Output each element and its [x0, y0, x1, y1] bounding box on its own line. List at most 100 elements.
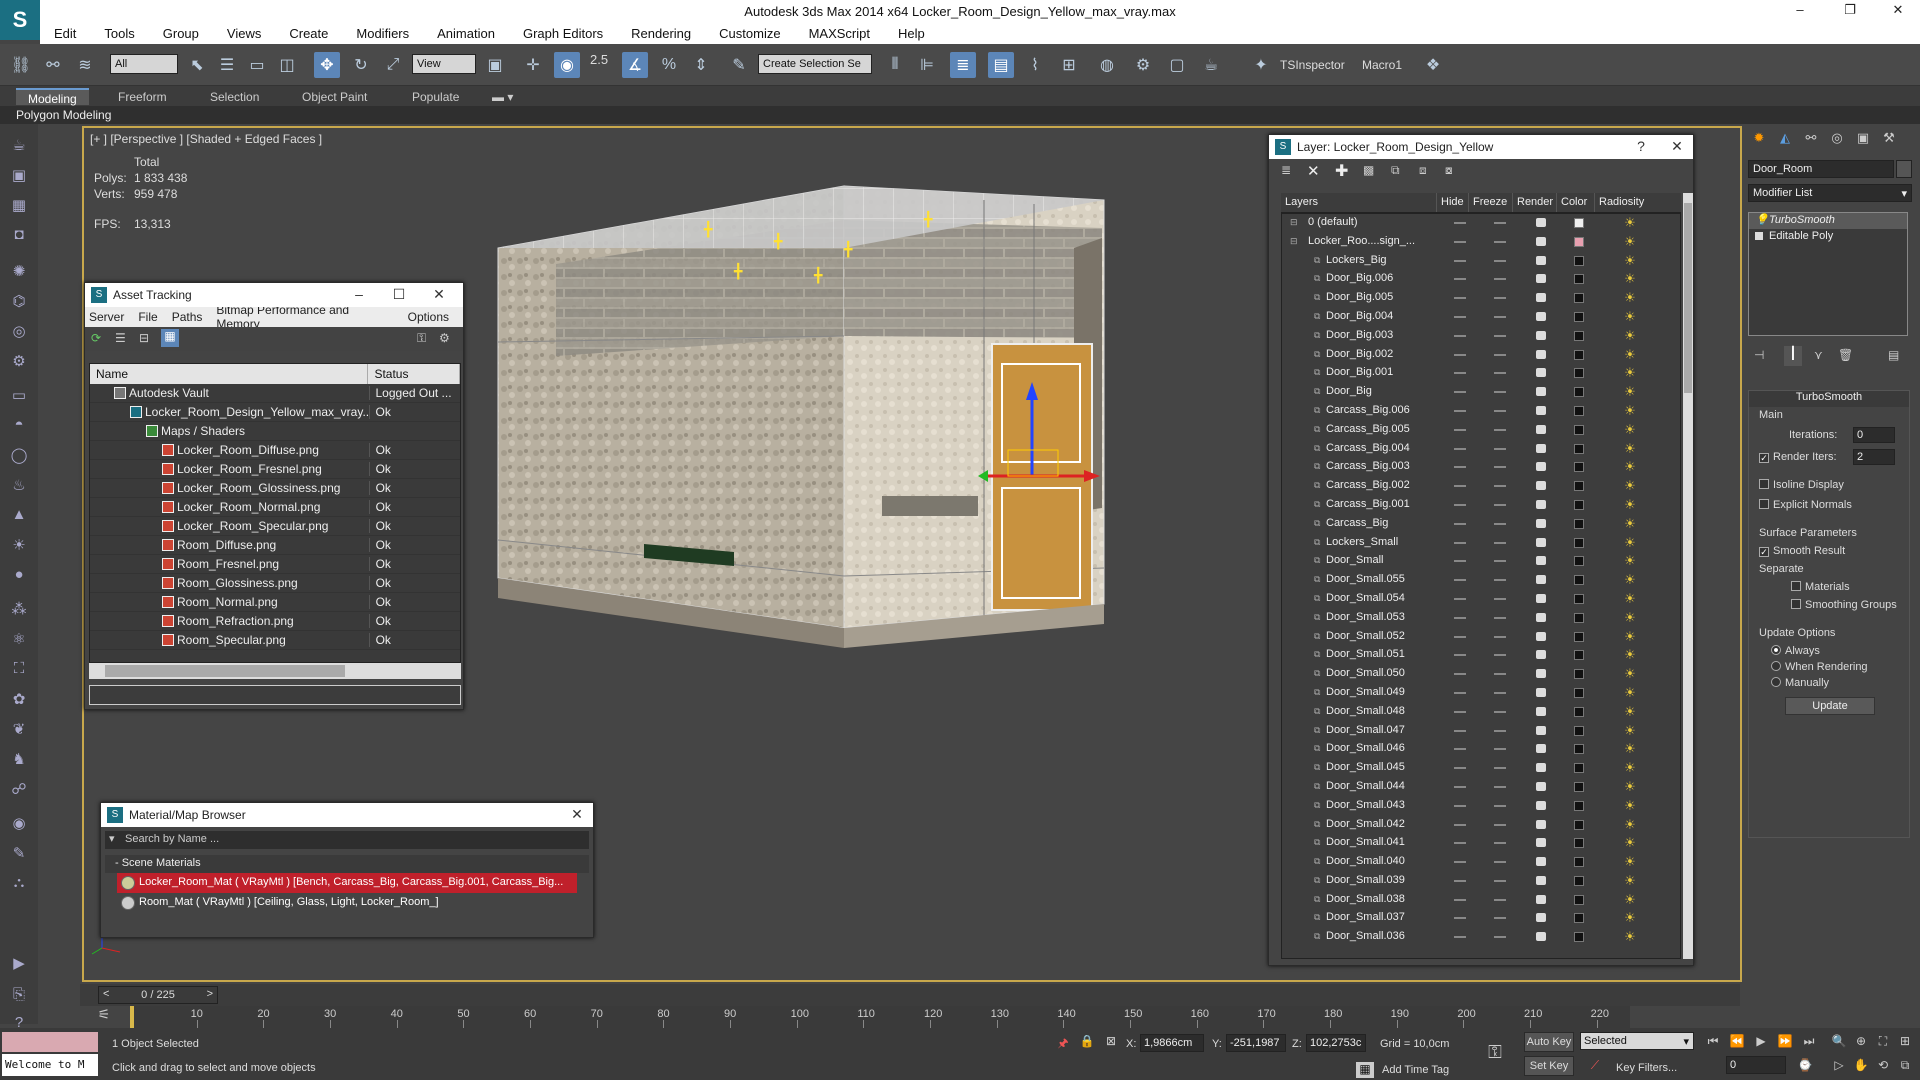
- hemisphere-icon[interactable]: ◓: [7, 416, 31, 438]
- object-icon[interactable]: ⧉: [1314, 668, 1324, 678]
- mirror-icon[interactable]: ⫴: [882, 52, 908, 78]
- app-logo-icon[interactable]: S: [0, 0, 40, 40]
- asset-row[interactable]: Room_Fresnel.png Ok: [90, 555, 460, 574]
- align-icon[interactable]: ⊫: [914, 52, 940, 78]
- material-locker-room-mat[interactable]: Locker_Room_Mat ( VRayMtl ) [Bench, Carc…: [117, 873, 577, 893]
- render-toggle-icon[interactable]: [1536, 481, 1546, 491]
- layer-name[interactable]: Door_Big.002: [1326, 348, 1393, 360]
- layer-row[interactable]: ⧉ Carcass_Big.003 ☀: [1282, 458, 1680, 477]
- window-crossing-icon[interactable]: ◫: [274, 52, 300, 78]
- radiosity-icon[interactable]: ☀: [1623, 892, 1637, 907]
- layer-row[interactable]: ⊟ 0 (default) ☀: [1282, 214, 1680, 233]
- system-icon[interactable]: ⚙: [7, 352, 31, 374]
- asset-maximize-button[interactable]: ☐: [387, 286, 411, 303]
- graphite-toggle-icon[interactable]: ▤: [988, 52, 1014, 78]
- layer-expand-icon[interactable]: ⊟: [1290, 236, 1300, 246]
- render-toggle-icon[interactable]: [1536, 763, 1546, 773]
- radiosity-icon[interactable]: ☀: [1623, 272, 1637, 286]
- layer-row[interactable]: ⧉ Door_Big.004 ☀: [1282, 308, 1680, 327]
- render-sphere-icon[interactable]: ◉: [7, 814, 31, 836]
- layer-color-swatch[interactable]: [1574, 236, 1584, 247]
- hide-toggle[interactable]: [1454, 691, 1466, 694]
- zoom-extents-all-icon[interactable]: ⊞: [1896, 1034, 1914, 1050]
- viewport-label[interactable]: [+ ] [Perspective ] [Shaded + Edged Face…: [90, 132, 322, 146]
- asset-status-field[interactable]: [89, 685, 461, 705]
- key-mode-dropdown[interactable]: Selected ▾: [1580, 1032, 1694, 1050]
- hide-toggle[interactable]: [1454, 334, 1466, 337]
- menu-edit[interactable]: Edit: [40, 26, 90, 41]
- layer-row[interactable]: ⧉ Door_Small.036 ☀: [1282, 928, 1680, 947]
- update-button[interactable]: Update: [1785, 697, 1875, 715]
- select-move-icon[interactable]: ✥: [314, 52, 340, 78]
- layer-expand-icon[interactable]: ⊟: [1290, 217, 1300, 227]
- object-icon[interactable]: ⧉: [1314, 781, 1324, 791]
- render-toggle-icon[interactable]: [1536, 311, 1546, 321]
- layer-row[interactable]: ⧉ Door_Big.002 ☀: [1282, 346, 1680, 365]
- hide-toggle[interactable]: [1454, 898, 1466, 901]
- freeze-toggle[interactable]: [1494, 748, 1506, 751]
- hide-toggle[interactable]: [1454, 240, 1466, 243]
- freeze-toggle[interactable]: [1494, 861, 1506, 864]
- explicit-normals-checkbox[interactable]: Explicit Normals: [1759, 499, 1852, 511]
- rig-icon[interactable]: ⛬: [7, 874, 31, 896]
- make-unique-icon[interactable]: ⋎: [1814, 348, 1823, 362]
- layer-name[interactable]: Door_Small.053: [1326, 611, 1405, 623]
- radiosity-icon[interactable]: ☀: [1623, 347, 1637, 362]
- freeze-toggle[interactable]: [1494, 315, 1506, 318]
- hide-toggle[interactable]: [1454, 447, 1466, 450]
- remove-modifier-icon[interactable]: 🗑: [1838, 348, 1853, 362]
- hide-toggle[interactable]: [1454, 785, 1466, 788]
- layer-name[interactable]: Door_Small.054: [1326, 592, 1405, 604]
- object-icon[interactable]: ⧉: [1314, 330, 1324, 340]
- asset-close-button[interactable]: ✕: [427, 286, 451, 303]
- hide-toggle[interactable]: [1454, 579, 1466, 582]
- maximize-button[interactable]: ❐: [1830, 2, 1870, 20]
- layer-help-button[interactable]: ?: [1629, 138, 1653, 154]
- freeze-toggle[interactable]: [1494, 879, 1506, 882]
- pivot-center-icon[interactable]: ▣: [482, 52, 508, 78]
- freeze-all-icon[interactable]: ⧇: [1445, 163, 1453, 178]
- layer-row[interactable]: ⧉ Door_Small.047 ☀: [1282, 722, 1680, 741]
- render-toggle-icon[interactable]: [1536, 499, 1546, 509]
- render-toggle-icon[interactable]: [1536, 781, 1546, 791]
- render-toggle-icon[interactable]: [1536, 255, 1546, 265]
- edit-named-selection-icon[interactable]: ✎: [726, 52, 752, 78]
- layer-color-swatch[interactable]: [1574, 669, 1584, 680]
- layer-row[interactable]: ⧉ Carcass_Big.001 ☀: [1282, 496, 1680, 515]
- radiosity-icon[interactable]: ☀: [1623, 930, 1637, 944]
- layer-row[interactable]: ⧉ Carcass_Big.002 ☀: [1282, 477, 1680, 496]
- radiosity-icon[interactable]: ☀: [1623, 441, 1637, 456]
- isoline-display-checkbox[interactable]: Isoline Display: [1759, 479, 1844, 491]
- radiosity-icon[interactable]: ☀: [1623, 385, 1637, 399]
- rect-selection-icon[interactable]: ▭: [244, 52, 270, 78]
- layer-color-swatch[interactable]: [1574, 368, 1584, 379]
- layer-name[interactable]: Door_Big.005: [1326, 291, 1393, 303]
- layer-row[interactable]: ⧉ Door_Small.050 ☀: [1282, 665, 1680, 684]
- freeze-toggle[interactable]: [1494, 466, 1506, 469]
- radiosity-icon[interactable]: ☀: [1623, 291, 1637, 305]
- object-icon[interactable]: ⧉: [1314, 837, 1324, 847]
- freeze-toggle[interactable]: [1494, 917, 1506, 920]
- layer-color-swatch[interactable]: [1574, 687, 1584, 698]
- particles-icon[interactable]: ⁂: [7, 600, 31, 622]
- radiosity-icon[interactable]: ☀: [1623, 422, 1637, 437]
- layer-close-button[interactable]: ✕: [1665, 138, 1689, 155]
- radiosity-icon[interactable]: ☀: [1623, 629, 1637, 644]
- character-icon[interactable]: ♞: [7, 750, 31, 772]
- teapot-icon-2[interactable]: ♨: [7, 476, 31, 498]
- layer-name[interactable]: Door_Small.052: [1326, 630, 1405, 642]
- hide-toggle[interactable]: [1454, 428, 1466, 431]
- layer-color-swatch[interactable]: [1574, 274, 1584, 285]
- column-hide[interactable]: Hide: [1437, 193, 1469, 212]
- freeze-toggle[interactable]: [1494, 936, 1506, 939]
- layer-name[interactable]: Door_Small.037: [1326, 911, 1405, 923]
- next-key-icon[interactable]: ⏩: [1776, 1034, 1794, 1050]
- material-search-input[interactable]: ▾ Search by Name ...: [105, 831, 589, 849]
- render-toggle-icon[interactable]: [1536, 706, 1546, 716]
- table-view-icon[interactable]: ▦: [161, 329, 179, 347]
- asset-minimize-button[interactable]: –: [347, 286, 371, 302]
- render-toggle-icon[interactable]: [1536, 575, 1546, 585]
- layer-vertical-scrollbar[interactable]: [1683, 193, 1693, 959]
- hide-toggle[interactable]: [1454, 616, 1466, 619]
- layer-color-swatch[interactable]: [1574, 763, 1584, 774]
